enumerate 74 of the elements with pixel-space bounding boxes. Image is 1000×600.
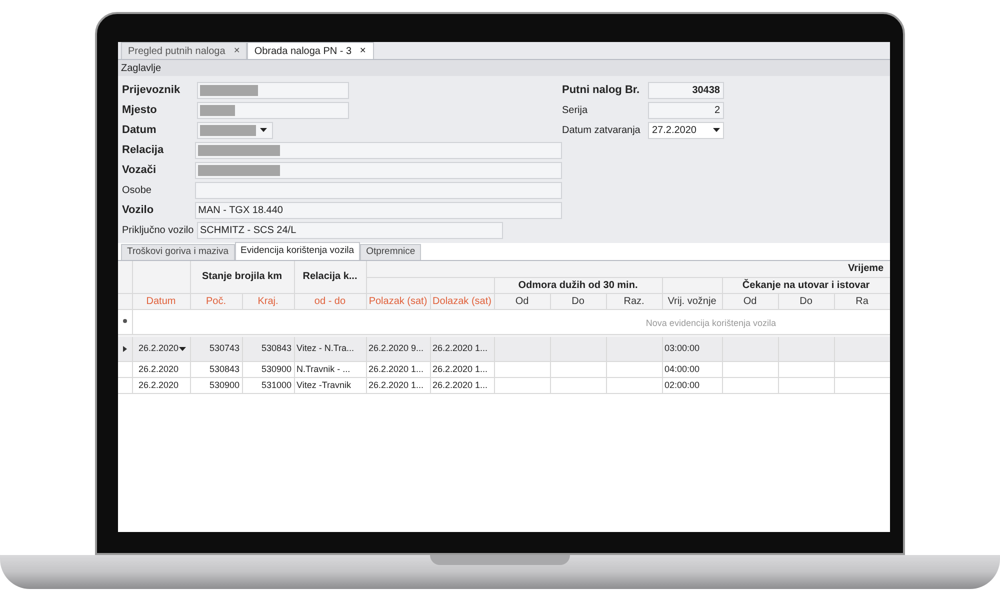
field-label: Prijevoznik bbox=[122, 82, 182, 98]
table-cell: 26.2.2020 bbox=[138, 380, 179, 390]
column-group-header: Vrijeme bbox=[366, 261, 890, 277]
column-header[interactable]: Ra bbox=[834, 293, 890, 309]
table-cell: 26.2.2020 1... bbox=[368, 364, 424, 374]
table-cell: 02:00:00 bbox=[664, 380, 700, 390]
table-cell: 26.2.2020 1... bbox=[368, 380, 424, 390]
table-cell: 26.2.2020 9... bbox=[368, 343, 424, 354]
column-group-header: Stanje brojila km bbox=[190, 261, 294, 293]
column-group-header: Relacija k... bbox=[294, 261, 366, 293]
document-tab[interactable]: Obrada naloga PN - 3 ✕ bbox=[247, 42, 374, 59]
table-row[interactable]: 26.2.2020 530900 531000 Vitez -Travnik 26.2.2020 1... 26.2.2020 1... 02:00:00 bbox=[118, 378, 890, 394]
column-header[interactable]: Od bbox=[722, 293, 778, 309]
table-cell: 03:00:00 bbox=[664, 343, 700, 354]
close-icon[interactable]: ✕ bbox=[360, 45, 367, 57]
caret-icon bbox=[178, 347, 186, 351]
input-field[interactable] bbox=[197, 82, 349, 98]
column-header[interactable]: Od bbox=[494, 293, 550, 309]
input-field[interactable]: MAN - TGX 18.440 bbox=[195, 202, 562, 218]
detail-tab[interactable]: Troškovi goriva i maziva bbox=[121, 244, 235, 260]
redaction-bar bbox=[200, 104, 235, 116]
table-row[interactable]: 26.2.2020 530843 530900 N.Travnik - ... 26.2.2020 1... 26.2.2020 1... 04:00:00 bbox=[118, 362, 890, 378]
table-cell-text: 26.2.2020 bbox=[138, 342, 179, 356]
column-group-header: Odmora dužih od 30 min. bbox=[494, 277, 662, 293]
current-row-icon bbox=[122, 346, 127, 352]
table-cell: 04:00:00 bbox=[664, 364, 700, 374]
input-field[interactable]: 30438 bbox=[648, 82, 724, 98]
section-title: Zaglavlje bbox=[121, 62, 162, 76]
column-group-header: Čekanje na utovar i istovar bbox=[722, 277, 890, 293]
table-cell: 530900 bbox=[209, 380, 240, 390]
column-header[interactable]: Do bbox=[778, 293, 834, 309]
table-row[interactable]: 26.2.2020 530743 530843 Vitez - N.Tra... 26.2.2020 9... 26.2.2020 1... 03:00:00 bbox=[118, 337, 890, 362]
table-cell: 530743 bbox=[209, 343, 240, 354]
table-cell: N.Travnik - ... bbox=[296, 364, 350, 374]
caret-icon bbox=[260, 128, 267, 132]
input-field[interactable] bbox=[195, 182, 562, 198]
field-label: Datum zatvaranja bbox=[562, 124, 642, 138]
close-icon[interactable]: ✕ bbox=[233, 45, 240, 57]
table-cell: 530900 bbox=[261, 364, 292, 374]
field-label: Relacija bbox=[122, 142, 165, 158]
date-dropdown[interactable] bbox=[197, 122, 273, 138]
caret-icon bbox=[713, 128, 720, 132]
field-label: Vozilo bbox=[122, 202, 155, 218]
field-label: Putni nalog Br. bbox=[562, 82, 641, 98]
column-header[interactable]: Vrij. vožnje bbox=[662, 293, 722, 309]
table-cell: 530843 bbox=[261, 343, 292, 354]
field-label: Mjesto bbox=[122, 102, 158, 118]
field-label: Serija bbox=[562, 104, 589, 118]
input-field[interactable] bbox=[195, 142, 562, 158]
table-cell: Vitez - N.Tra... bbox=[296, 343, 354, 354]
detail-tab[interactable]: Evidencija korištenja vozila bbox=[234, 242, 360, 260]
table-cell: 26.2.2020 bbox=[138, 364, 179, 374]
table-cell: 531000 bbox=[261, 380, 292, 390]
table-cell: 26.2.2020 1... bbox=[432, 364, 488, 374]
field-label: Datum bbox=[122, 122, 158, 138]
table-cell: Vitez -Travnik bbox=[296, 380, 352, 390]
redaction-bar bbox=[200, 84, 258, 96]
input-field[interactable] bbox=[195, 162, 562, 178]
field-label: Osobe bbox=[122, 184, 152, 198]
input-field[interactable]: SCHMITZ - SCS 24/L bbox=[197, 222, 503, 238]
redaction-bar bbox=[200, 124, 256, 136]
input-field[interactable] bbox=[197, 102, 349, 118]
column-header[interactable]: Do bbox=[550, 293, 606, 309]
table-cell: 530843 bbox=[209, 364, 240, 374]
table-cell: 26.2.2020 1... bbox=[432, 343, 488, 354]
document-tab[interactable]: Pregled putnih naloga ✕ bbox=[121, 42, 248, 59]
input-field[interactable]: 2 bbox=[648, 102, 724, 118]
date-dropdown[interactable]: 27.2.2020 bbox=[648, 122, 724, 138]
field-label: Vozači bbox=[122, 162, 158, 178]
table-cell: 26.2.2020 1... bbox=[432, 380, 488, 390]
detail-tab[interactable]: Otpremnice bbox=[360, 244, 422, 260]
column-header[interactable]: Raz. bbox=[606, 293, 662, 309]
new-row-icon bbox=[122, 319, 127, 324]
field-label: Priključno vozilo bbox=[122, 224, 195, 238]
